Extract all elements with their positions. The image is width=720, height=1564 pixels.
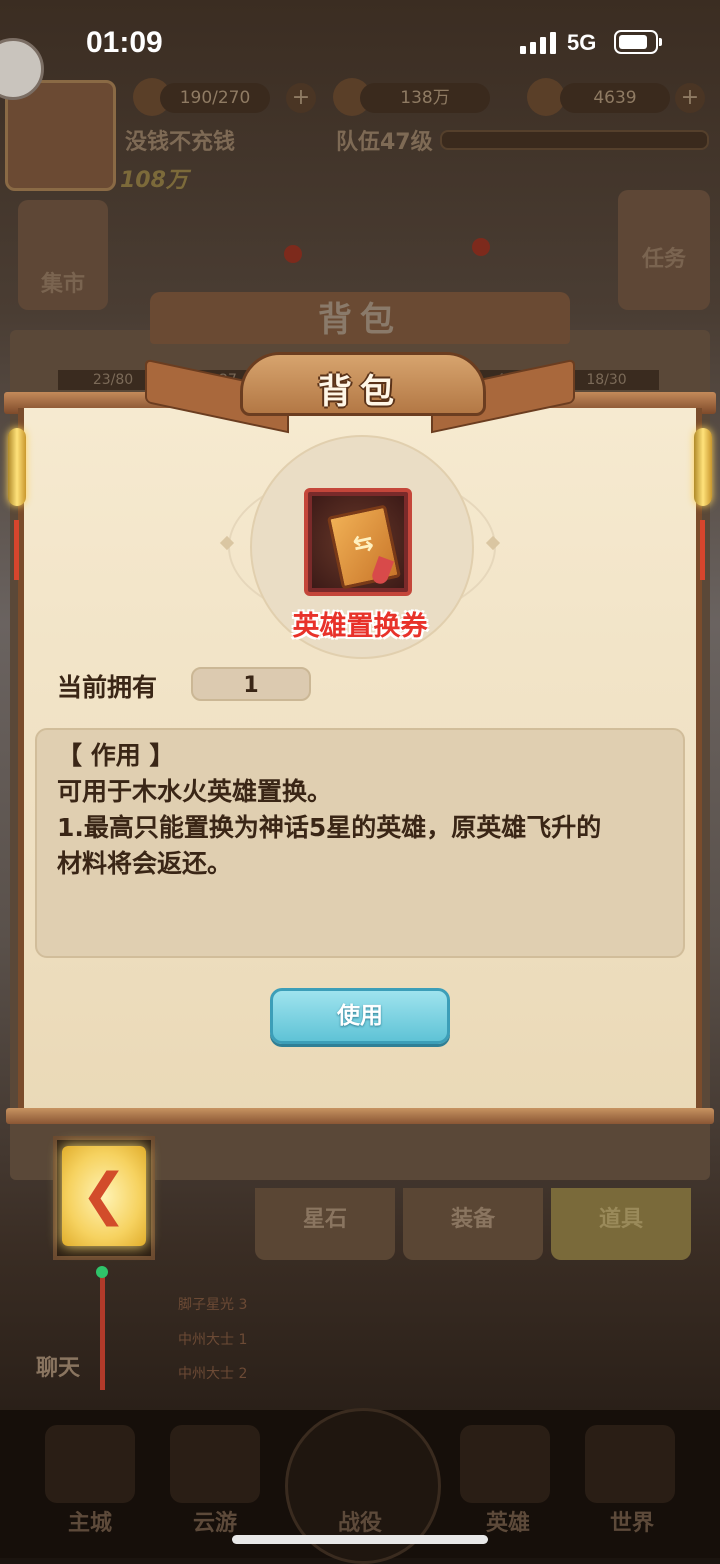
use-button[interactable]: 使用 [270,988,450,1044]
notification-dot [472,238,490,256]
back-arrow-icon[interactable]: ❮ [62,1165,146,1225]
chat-line-count: 3 [238,1297,248,1313]
scroll-roller-left [8,428,26,506]
cloud-travel-icon [170,1425,260,1503]
power-value: 108万 [120,168,188,193]
home-indicator[interactable] [232,1535,488,1544]
exchange-book-icon: ⇆ [326,504,402,590]
chat-line-name: 脚子星光 [178,1297,234,1313]
description-line: 可用于木水火英雄置换。 [57,777,333,806]
owned-count: 1 [191,667,311,701]
tab-items[interactable]: 道具 [551,1188,691,1260]
inventory-panel-title: 背包 [318,300,402,340]
team-level-progress [440,130,709,150]
player-name: 没钱不充钱 [125,130,236,155]
tab-equipment[interactable]: 装备 [403,1188,543,1260]
status-time: 01:09 [86,26,163,59]
scroll-roller-right [694,428,712,506]
nav-main-city[interactable]: 主城 [40,1505,140,1537]
coins-value: 138万 [360,83,490,113]
description-line: 1.最高只能置换为神话5星的英雄，原英雄飞升的 [57,813,602,842]
chat-line: 中州大士 1 [178,1329,247,1349]
cellular-signal-icon [520,32,556,54]
decor-pole-dot [96,1266,108,1278]
network-type: 5G [567,30,597,55]
world-icon [585,1425,675,1503]
item-icon-frame: ⇆ [304,488,412,596]
popup-title: 背包 [318,372,402,412]
nav-hero[interactable]: 英雄 [458,1505,558,1537]
stamina-value: 190/270 [160,83,270,113]
chat-line-name: 中州大士 [178,1366,234,1382]
owned-label: 当前拥有 [57,673,158,702]
chat-button[interactable]: 聊天 [36,1350,80,1382]
nav-battle[interactable]: 战役 [310,1505,410,1537]
notification-dot [284,245,302,263]
decor-pole [100,1270,105,1390]
chat-line-count: 2 [238,1366,248,1382]
stamina-plus-button[interactable]: + [286,83,316,113]
battery-icon [614,30,662,54]
chat-line-name: 中州大士 [178,1332,234,1348]
tab-star-stone[interactable]: 星石 [255,1188,395,1260]
team-level: 队伍47级 [336,130,433,155]
description-line: 材料将会返还。 [57,849,233,878]
description-header: 【 作用 】 [57,741,175,770]
nav-cloud-travel[interactable]: 云游 [165,1505,265,1537]
side-accent [700,520,705,580]
hero-icon [460,1425,550,1503]
item-description: 【 作用 】 可用于木水火英雄置换。 1.最高只能置换为神话5星的英雄，原英雄飞… [35,728,685,958]
item-name: 英雄置换券 [292,611,428,642]
main-city-icon [45,1425,135,1503]
gems-plus-button[interactable]: + [675,83,705,113]
chat-line-count: 1 [238,1332,248,1348]
side-accent [14,520,19,580]
chat-line: 脚子星光 3 [178,1294,247,1314]
nav-world[interactable]: 世界 [582,1505,682,1537]
gems-value: 4639 [560,83,670,113]
popup-bottom-border [6,1108,714,1124]
chat-line: 中州大士 2 [178,1363,247,1383]
